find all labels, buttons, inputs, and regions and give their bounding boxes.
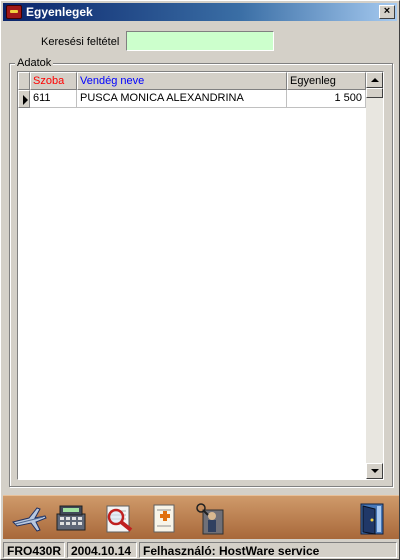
arrow-down-icon xyxy=(371,469,379,473)
status-program-code: FRO430R xyxy=(3,542,65,558)
cell-room[interactable]: 611 xyxy=(30,90,77,108)
header-indicator xyxy=(18,72,30,90)
column-header-balance-label: Egyenleg xyxy=(290,75,336,87)
balances-window: Egyenlegek × Keresési feltétel Adatok Sz… xyxy=(0,0,400,560)
person-search-icon xyxy=(196,503,224,535)
column-header-balance[interactable]: Egyenleg xyxy=(287,72,366,90)
grid-header: Szoba Vendég neve Egyenleg xyxy=(18,72,366,90)
add-document-icon xyxy=(153,504,175,533)
status-date: 2004.10.14 xyxy=(67,542,137,558)
title-bar[interactable]: Egyenlegek × xyxy=(3,3,397,21)
toolbar xyxy=(3,495,399,539)
exit-door-icon xyxy=(360,503,384,535)
column-header-guest[interactable]: Vendég neve xyxy=(77,72,287,90)
search-input[interactable] xyxy=(126,31,274,51)
scroll-down-button[interactable] xyxy=(366,463,383,479)
magnifier-icon xyxy=(106,505,133,533)
cash-register-button[interactable] xyxy=(51,500,91,536)
cell-guest[interactable]: PUSCA MONICA ALEXANDRINA xyxy=(77,90,287,108)
person-search-button[interactable] xyxy=(191,500,231,536)
data-grid[interactable]: Szoba Vendég neve Egyenleg 611 PUSCA MON… xyxy=(17,71,384,480)
column-header-room[interactable]: Szoba xyxy=(30,72,77,90)
row-indicator xyxy=(18,90,30,108)
cell-balance[interactable]: 1 500 xyxy=(287,90,366,108)
add-document-button[interactable] xyxy=(145,500,185,536)
row-pointer-icon xyxy=(23,95,28,105)
scroll-thumb[interactable] xyxy=(366,88,383,98)
status-user: Felhasználó: HostWare service xyxy=(139,542,397,558)
table-row[interactable]: 611 PUSCA MONICA ALEXANDRINA 1 500 xyxy=(18,90,366,108)
airplane-button[interactable] xyxy=(9,500,49,536)
app-key-icon xyxy=(6,5,22,19)
column-header-room-label: Szoba xyxy=(33,75,65,87)
close-button[interactable]: × xyxy=(379,5,395,19)
window-title: Egyenlegek xyxy=(26,5,93,19)
search-button[interactable] xyxy=(99,500,139,536)
exit-button[interactable] xyxy=(353,500,393,536)
airplane-icon xyxy=(12,507,47,532)
scroll-up-button[interactable] xyxy=(366,72,383,88)
search-label: Keresési feltétel xyxy=(41,36,120,48)
cash-register-icon xyxy=(56,505,86,531)
group-label: Adatok xyxy=(15,57,54,69)
arrow-up-icon xyxy=(371,78,379,82)
column-header-guest-label: Vendég neve xyxy=(80,75,145,87)
vertical-scrollbar[interactable] xyxy=(366,72,383,479)
status-bar: FRO430R 2004.10.14 Felhasználó: HostWare… xyxy=(3,541,399,559)
